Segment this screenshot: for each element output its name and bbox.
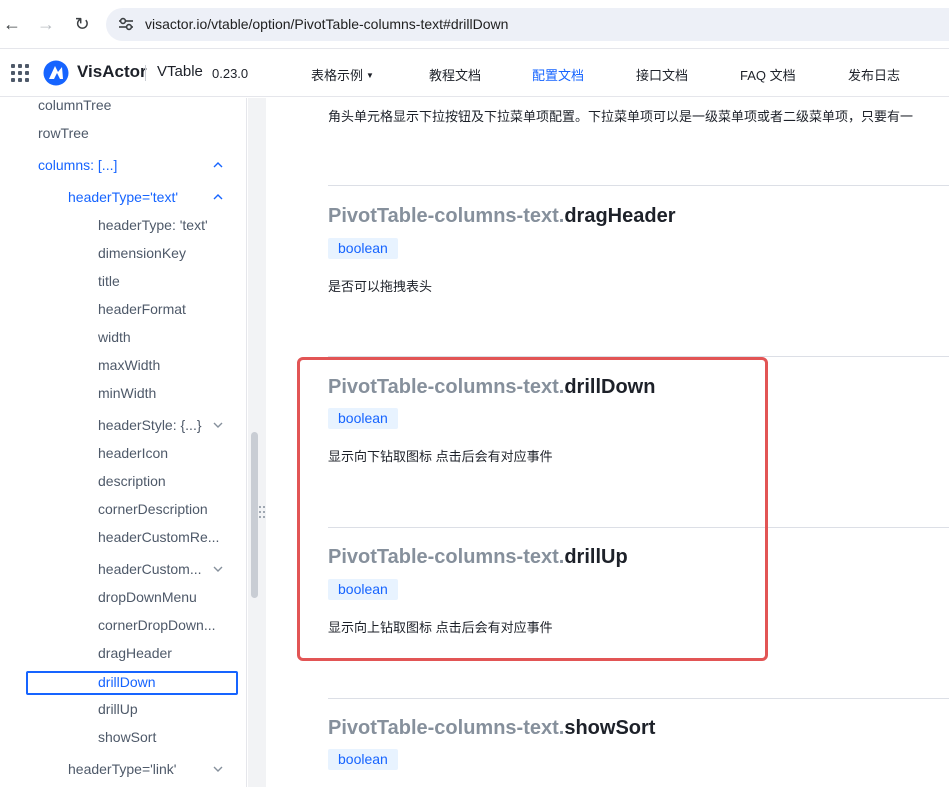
tree-item[interactable]: showSort: [98, 729, 156, 745]
caret-down-icon: ▼: [366, 71, 374, 80]
prop-name: showSort: [564, 717, 656, 739]
tree-item[interactable]: maxWidth: [98, 357, 160, 373]
site-settings-icon[interactable]: [118, 17, 134, 31]
nav-option-docs[interactable]: 配置文档: [532, 65, 584, 84]
nav-api-docs[interactable]: 接口文档: [636, 65, 688, 84]
tree-item-header-type-text[interactable]: headerType='text': [68, 189, 178, 205]
tree-item[interactable]: dragHeader: [98, 645, 172, 661]
tree-item-drill-down-selected[interactable]: drillDown: [26, 671, 238, 695]
prop-name: drillDown: [564, 376, 656, 398]
prop-prefix: PivotTable-columns-text.: [328, 546, 565, 568]
prop-prefix: PivotTable-columns-text.: [328, 205, 565, 227]
forward-arrow-icon[interactable]: →: [36, 14, 56, 34]
url-text: visactor.io/vtable/option/PivotTable-col…: [145, 16, 509, 32]
tree-item[interactable]: minWidth: [98, 385, 156, 401]
version-label: 0.23.0: [212, 66, 249, 81]
prop-title-drag-header[interactable]: PivotTable-columns-text.dragHeader: [328, 205, 675, 228]
tree-item-header-custom[interactable]: headerCustom...: [98, 561, 202, 577]
type-badge: boolean: [328, 238, 398, 259]
tree-item-columns[interactable]: columns: [...]: [38, 157, 117, 173]
tree-item-header-type-link[interactable]: headerType='link': [68, 761, 176, 777]
prop-description: 是否可以拖拽表头: [328, 279, 433, 294]
header-divider: [145, 65, 146, 81]
section-divider: [328, 698, 949, 699]
section-divider: [328, 185, 949, 186]
brand-name[interactable]: VisActor: [77, 62, 147, 82]
tree-item[interactable]: description: [98, 473, 166, 489]
visactor-logo-icon[interactable]: [43, 60, 69, 86]
tree-item-header-style[interactable]: headerStyle: {...}: [98, 417, 202, 433]
nav-tutorials[interactable]: 教程文档: [429, 65, 481, 84]
option-tree-sidebar: columnTree rowTree columns: [...] header…: [0, 98, 247, 787]
prop-title-show-sort[interactable]: PivotTable-columns-text.showSort: [328, 717, 655, 740]
address-bar[interactable]: visactor.io/vtable/option/PivotTable-col…: [106, 8, 949, 41]
section-divider: [328, 356, 949, 357]
chevron-down-icon[interactable]: [212, 563, 224, 575]
tree-item[interactable]: dimensionKey: [98, 245, 186, 261]
sidebar-scroll-thumb[interactable]: [251, 432, 258, 598]
prop-description: 显示向上钻取图标 点击后会有对应事件: [328, 620, 553, 635]
intro-description: 角头单元格显示下拉按钮及下拉菜单项配置。下拉菜单项可以是一级菜单项或者二级菜单项…: [328, 109, 914, 124]
section-divider: [328, 527, 949, 528]
apps-grid-icon[interactable]: [11, 64, 29, 82]
tree-item[interactable]: cornerDropDown...: [98, 617, 216, 633]
doc-content: 角头单元格显示下拉按钮及下拉菜单项配置。下拉菜单项可以是一级菜单项或者二级菜单项…: [266, 98, 949, 787]
tree-item[interactable]: dropDownMenu: [98, 589, 197, 605]
tree-item[interactable]: headerFormat: [98, 301, 186, 317]
prop-name: dragHeader: [564, 205, 676, 227]
prop-name: drillUp: [564, 546, 628, 568]
prop-prefix: PivotTable-columns-text.: [328, 376, 565, 398]
product-name[interactable]: VTable: [157, 63, 203, 80]
tree-item[interactable]: columnTree: [38, 98, 111, 113]
tree-item[interactable]: headerType: 'text': [98, 217, 208, 233]
browser-toolbar: ← → ↻ visactor.io/vtable/option/PivotTab…: [0, 0, 949, 49]
site-header: VisActor VTable 0.23.0 表格示例 ▼ 教程文档 配置文档 接…: [0, 49, 949, 97]
reload-icon[interactable]: ↻: [72, 14, 92, 34]
chevron-down-icon[interactable]: [212, 763, 224, 775]
tree-item[interactable]: title: [98, 273, 120, 289]
tree-item[interactable]: drillUp: [98, 701, 138, 717]
tree-item-label: drillDown: [98, 674, 156, 690]
type-badge: boolean: [328, 749, 398, 770]
prop-description: 显示向下钻取图标 点击后会有对应事件: [328, 449, 553, 464]
tree-item[interactable]: rowTree: [38, 125, 89, 141]
back-arrow-icon[interactable]: ←: [2, 14, 22, 34]
chevron-down-icon[interactable]: [212, 419, 224, 431]
nav-faq[interactable]: FAQ 文档: [740, 65, 796, 84]
tree-item[interactable]: headerIcon: [98, 445, 168, 461]
tree-item[interactable]: cornerDescription: [98, 501, 208, 517]
nav-examples[interactable]: 表格示例 ▼: [311, 65, 374, 84]
resize-grip-icon[interactable]: [259, 506, 265, 518]
prop-prefix: PivotTable-columns-text.: [328, 717, 565, 739]
prop-title-drill-down[interactable]: PivotTable-columns-text.drillDown: [328, 376, 655, 399]
type-badge: boolean: [328, 408, 398, 429]
chevron-up-icon[interactable]: [212, 191, 224, 203]
tree-item[interactable]: headerCustomRe...: [98, 529, 219, 545]
chevron-up-icon[interactable]: [212, 159, 224, 171]
prop-title-drill-up[interactable]: PivotTable-columns-text.drillUp: [328, 546, 628, 569]
tree-item[interactable]: width: [98, 329, 131, 345]
type-badge: boolean: [328, 579, 398, 600]
nav-changelog[interactable]: 发布日志: [848, 65, 900, 84]
